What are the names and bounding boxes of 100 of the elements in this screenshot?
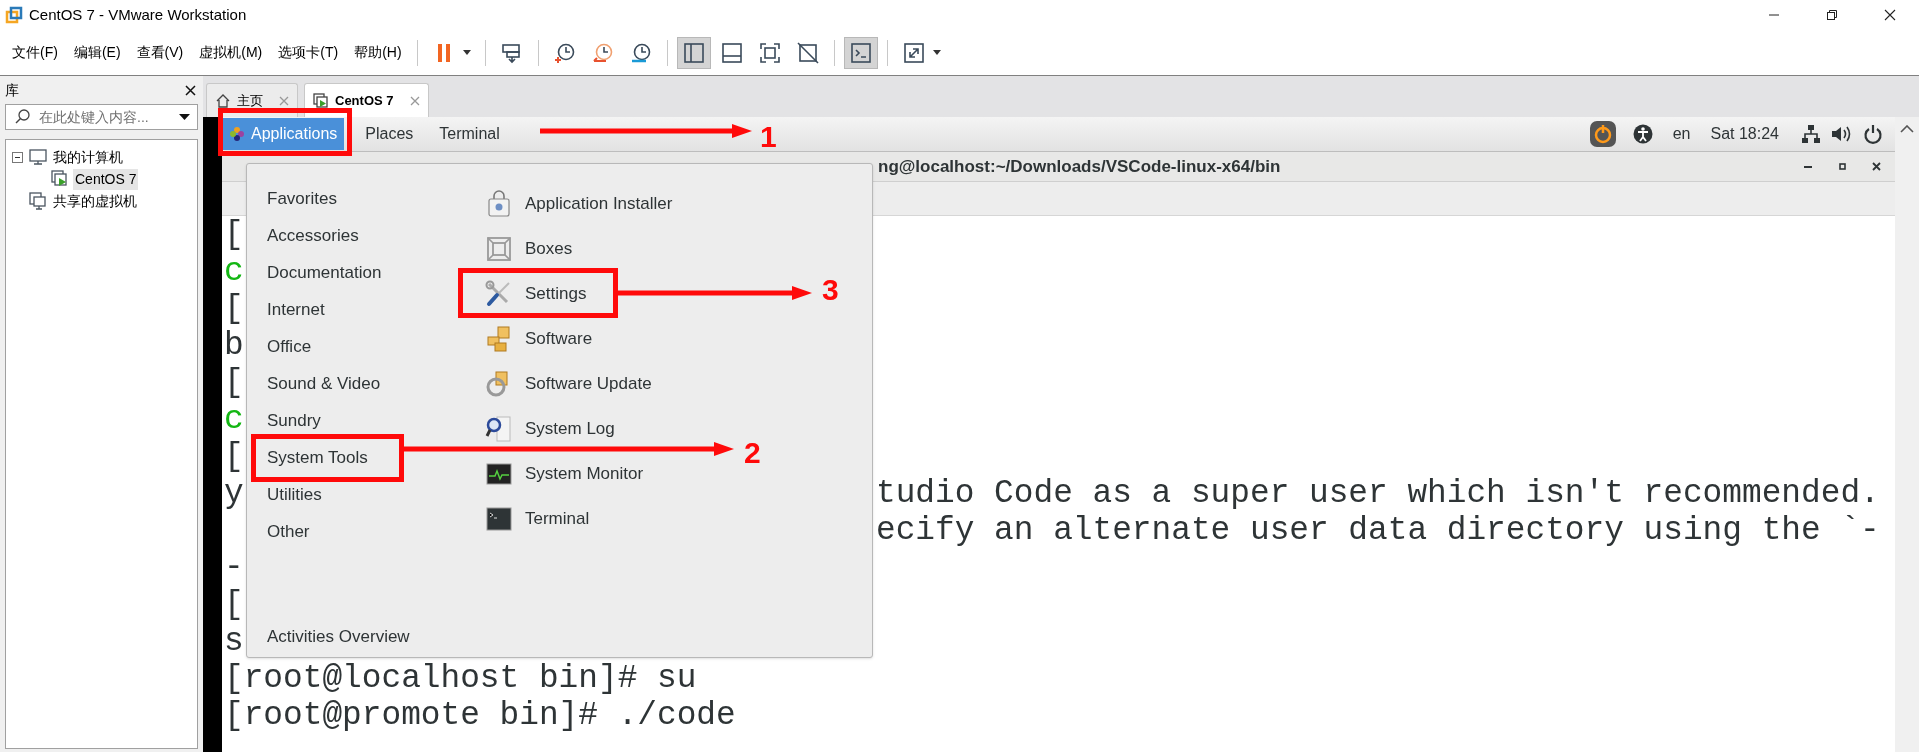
logo-icon [229,126,245,142]
close-icon [1884,9,1896,21]
menu-category[interactable]: Internet [266,299,326,321]
boxes-icon [485,325,513,353]
language-indicator[interactable]: en [1672,122,1691,146]
minimize-icon [1804,165,1812,168]
scroll-up-icon [1900,125,1914,133]
sidebar-layout-icon [681,40,706,65]
menu-category[interactable]: Accessories [266,225,360,247]
menu-item[interactable]: 编辑(E) [65,37,129,68]
terminal-text: y [224,475,244,512]
tree-item[interactable]: 共享的虚拟机 [51,190,139,212]
menu-category[interactable]: Sound & Video [266,373,382,395]
menu-category[interactable]: Other [266,521,311,543]
terminal-text: - [224,549,244,586]
app-menu-item[interactable]: System Log [485,415,615,443]
home-icon [215,92,231,109]
terminal-text: tudio Code as a super user which isn't recommended. [876,475,1880,512]
caret-icon [932,50,941,55]
vm-icon [51,170,69,188]
tab-close-button[interactable] [409,95,420,106]
terminal-text: c [224,253,244,290]
top-bar-menu[interactable]: Places [360,118,419,150]
close-button[interactable] [182,82,198,98]
terminal-icon [485,505,513,533]
app-menu-item[interactable]: Boxes [485,235,573,263]
menu-category[interactable]: Sundry [266,410,322,432]
cube-frame-icon [485,235,513,263]
menu-item[interactable]: 查看(V) [128,37,192,68]
restore-icon [1826,9,1838,21]
tab-label: 主页 [237,91,263,110]
activities-overview-link[interactable]: Activities Overview [267,623,410,649]
update-notifier-icon [1588,120,1617,148]
menu-item[interactable]: 文件(F) [4,37,66,68]
close-icon [409,95,420,106]
crossed-window-icon [795,40,820,65]
terminal-text: [root@localhost bin]# su [224,660,697,697]
library-view-button[interactable] [676,36,711,69]
step-number: 2 [744,438,761,468]
terminal-text: [ [224,364,244,401]
menu-item[interactable]: 虚拟机(M) [191,37,271,68]
search-field[interactable]: 在此处键入内容... [5,104,198,130]
terminal-text: [ [224,216,244,253]
menu-category[interactable]: Documentation [266,262,383,284]
monitor-icon [29,148,47,166]
menu-item[interactable]: 选项卡(T) [270,37,347,68]
menu-category[interactable]: Office [266,336,313,358]
top-bar-menu[interactable]: Terminal [434,118,505,150]
bottom-panel-layout-icon [719,40,744,65]
tree-item[interactable]: CentOS 7 [73,168,139,190]
accessibility-icon [1632,124,1653,144]
stretch-icon [901,40,926,65]
console-icon [848,40,873,65]
window-title: CentOS 7 - VMware Workstation [29,4,247,25]
dropdown-caret-icon [179,114,190,120]
app-menu-item[interactable]: Settings [485,280,587,308]
step-number: 3 [822,275,839,305]
close-icon [279,95,289,106]
app-menu-item[interactable]: Software Update [485,370,652,398]
wrench-screwdriver-icon [485,280,513,308]
magnifier-icon [485,415,513,443]
shared-vm-icon [29,192,47,210]
vm-icon [313,92,329,109]
network-icon [1801,124,1821,144]
tree-item[interactable]: 我的计算机 [51,146,125,168]
close-icon [1871,162,1881,171]
terminal-text: [root@promote bin]# ./code [224,697,736,734]
terminal-title: ng@localhost:~/Downloads/VSCode-linux-x64/bin [878,155,1281,178]
clock[interactable]: Sat 18:24 [1710,122,1779,146]
terminal-text: ecify an alternate user data directory using the `- [876,512,1880,549]
menu-category[interactable]: Utilities [266,484,323,506]
step-number: 1 [760,122,777,152]
menu-item[interactable]: 帮助(H) [346,37,410,68]
activity-monitor-icon [485,460,513,488]
scrollbar[interactable] [1895,117,1919,752]
close-icon [184,84,196,96]
terminal-text: [ [224,586,244,623]
power-icon [1863,124,1883,144]
volume-icon [1831,124,1851,144]
menu-category[interactable]: Favorites [266,188,338,210]
app-menu-item[interactable]: Software [485,325,593,353]
tab-label: CentOS 7 [335,91,394,110]
caret-icon [462,50,471,55]
menu-category[interactable]: System Tools [266,447,369,469]
search-icon [15,109,30,124]
maximize-icon [1838,163,1846,170]
app-menu-item[interactable]: System Monitor [485,460,644,488]
terminal-text: [ [224,290,244,327]
app-menu-item[interactable]: Terminal [485,505,590,533]
panel-title: 库 [5,80,19,100]
terminal-text: c [224,401,244,438]
terminal-text: [ [224,438,244,475]
terminal-text: s [224,623,244,660]
app-menu-item[interactable]: Application Installer [485,190,673,218]
collapse-toggle[interactable] [12,151,23,163]
tab[interactable]: CentOS 7 [304,83,429,117]
terminal-text: b [224,327,244,364]
full-screen-icon [757,40,782,65]
app-logo-icon [5,6,23,24]
console-button[interactable] [843,36,878,69]
